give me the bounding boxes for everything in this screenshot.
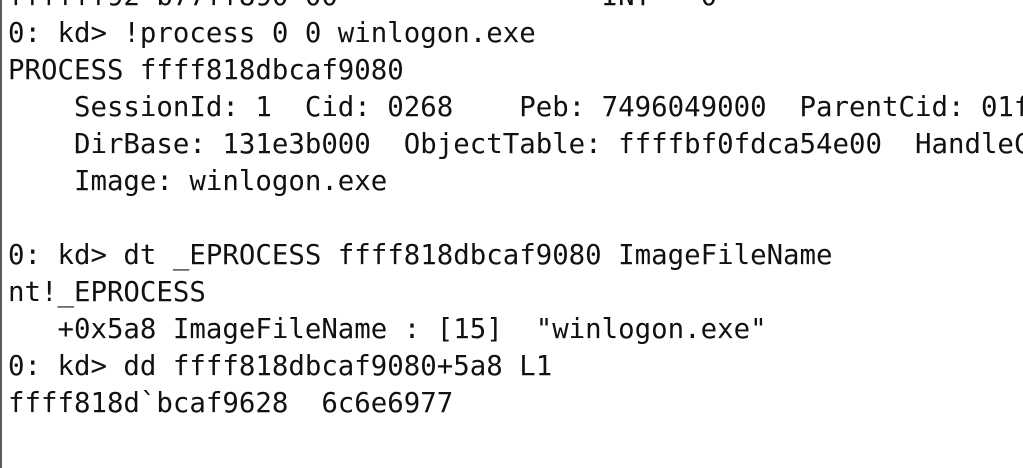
- debugger-console-output: ffffff92 b77ff890 00 INT 0 0: kd> !proce…: [0, 0, 1023, 468]
- console-lines: ffffff92 b77ff890 00 INT 0 0: kd> !proce…: [8, 0, 1023, 422]
- console-line-blank: [8, 200, 1023, 237]
- console-line-type-name: nt!_EPROCESS: [8, 277, 206, 308]
- console-line-memory-dump: ffff818d`bcaf9628 6c6e6977: [8, 388, 454, 419]
- console-line-dd-command: 0: kd> dd ffff818dbcaf9080+5a8 L1: [8, 351, 553, 382]
- console-line-partial: ffffff92 b77ff890 00 INT 0: [8, 0, 1023, 15]
- console-left-border: [0, 0, 2, 468]
- console-line-process-command: 0: kd> !process 0 0 winlogon.exe: [8, 18, 536, 49]
- console-line-field-value: +0x5a8 ImageFileName : [15] "winlogon.ex…: [8, 314, 767, 345]
- console-line-dirbase-info: DirBase: 131e3b000 ObjectTable: ffffbf0f…: [73, 129, 1023, 160]
- console-line-image-info: Image: winlogon.exe: [8, 166, 388, 197]
- console-line-process-header: PROCESS ffff818dbcaf9080: [8, 55, 404, 86]
- console-line-dt-command: 0: kd> dt _EPROCESS ffff818dbcaf9080 Ima…: [8, 240, 833, 271]
- console-line-session-info: SessionId: 1 Cid: 0268 Peb: 7496049000 P…: [8, 92, 1023, 123]
